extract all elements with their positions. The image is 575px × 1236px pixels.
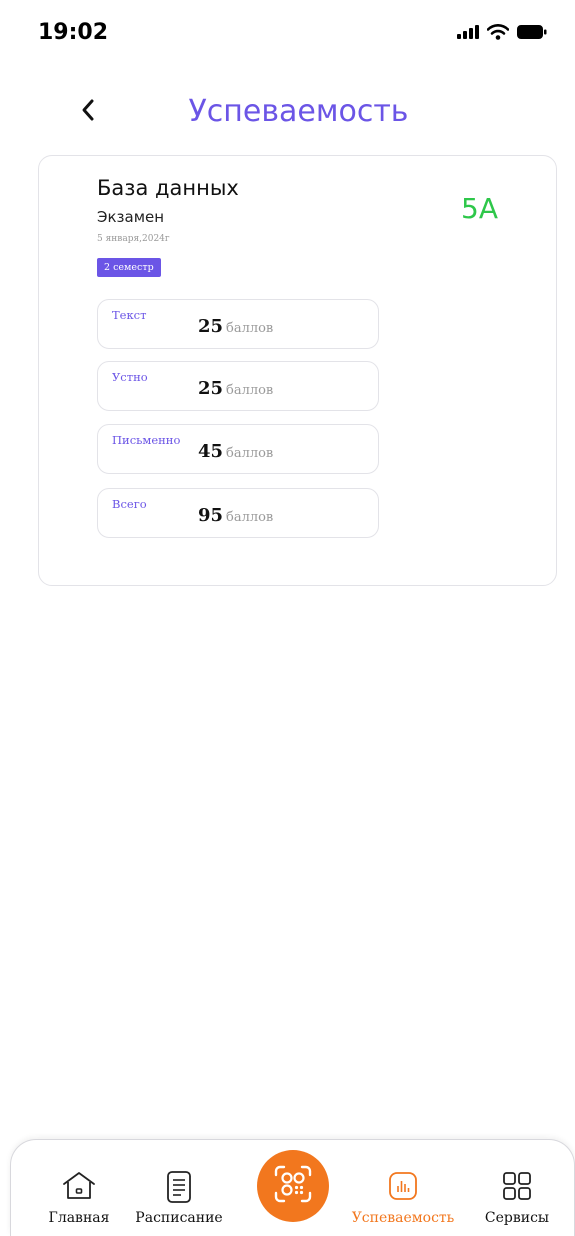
status-icons: [457, 24, 547, 45]
page-title: Успеваемость: [188, 94, 409, 129]
score-label: Письменно: [112, 433, 181, 447]
schedule-icon: [165, 1170, 193, 1209]
score-value: 45: [198, 441, 224, 462]
status-time: 19:02: [38, 20, 109, 45]
score-value: 25: [198, 316, 224, 337]
nav-label-performance: Успеваемость: [351, 1210, 455, 1226]
score-label: Всего: [112, 497, 147, 511]
subject-name: База данных: [97, 176, 239, 200]
nav-item-home[interactable]: Главная: [39, 1140, 119, 1236]
nav-label-home: Главная: [48, 1210, 110, 1226]
nav-item-services[interactable]: Сервисы: [477, 1140, 557, 1236]
grid-icon: [501, 1170, 533, 1207]
score-row-total: Всего 95 баллов: [97, 488, 379, 538]
signal-icon: [457, 25, 479, 44]
scan-icon: [272, 1163, 314, 1210]
wifi-icon: [486, 24, 510, 45]
screen: 19:02 Успеваемость База данных Экзамен 5…: [0, 0, 575, 1236]
exam-type: Экзамен: [97, 208, 165, 226]
scan-button[interactable]: [257, 1150, 329, 1222]
battery-icon: [517, 25, 547, 44]
final-grade: 5A: [461, 192, 498, 225]
nav-label-services: Сервисы: [484, 1210, 550, 1226]
grade-card[interactable]: База данных Экзамен 5 января,2024г 2 сем…: [38, 155, 557, 586]
bottom-nav: Главная Расписание Успеваемость Сервисы: [10, 1139, 575, 1236]
score-unit: баллов: [226, 446, 274, 461]
score-label: Устно: [112, 370, 148, 384]
score-unit: баллов: [226, 383, 274, 398]
nav-item-schedule[interactable]: Расписание: [129, 1140, 229, 1236]
score-value: 25: [198, 378, 224, 399]
score-row-written: Письменно 45 баллов: [97, 424, 379, 474]
home-icon: [61, 1170, 97, 1207]
score-unit: баллов: [226, 321, 274, 336]
score-value: 95: [198, 505, 224, 526]
score-row-oral: Устно 25 баллов: [97, 361, 379, 411]
chart-icon: [387, 1170, 419, 1207]
score-label: Текст: [112, 308, 147, 322]
score-unit: баллов: [226, 510, 274, 525]
nav-item-performance[interactable]: Успеваемость: [347, 1140, 459, 1236]
semester-badge: 2 семестр: [97, 258, 161, 277]
exam-date: 5 января,2024г: [97, 234, 170, 244]
nav-label-schedule: Расписание: [135, 1210, 223, 1226]
score-row-text: Текст 25 баллов: [97, 299, 379, 349]
